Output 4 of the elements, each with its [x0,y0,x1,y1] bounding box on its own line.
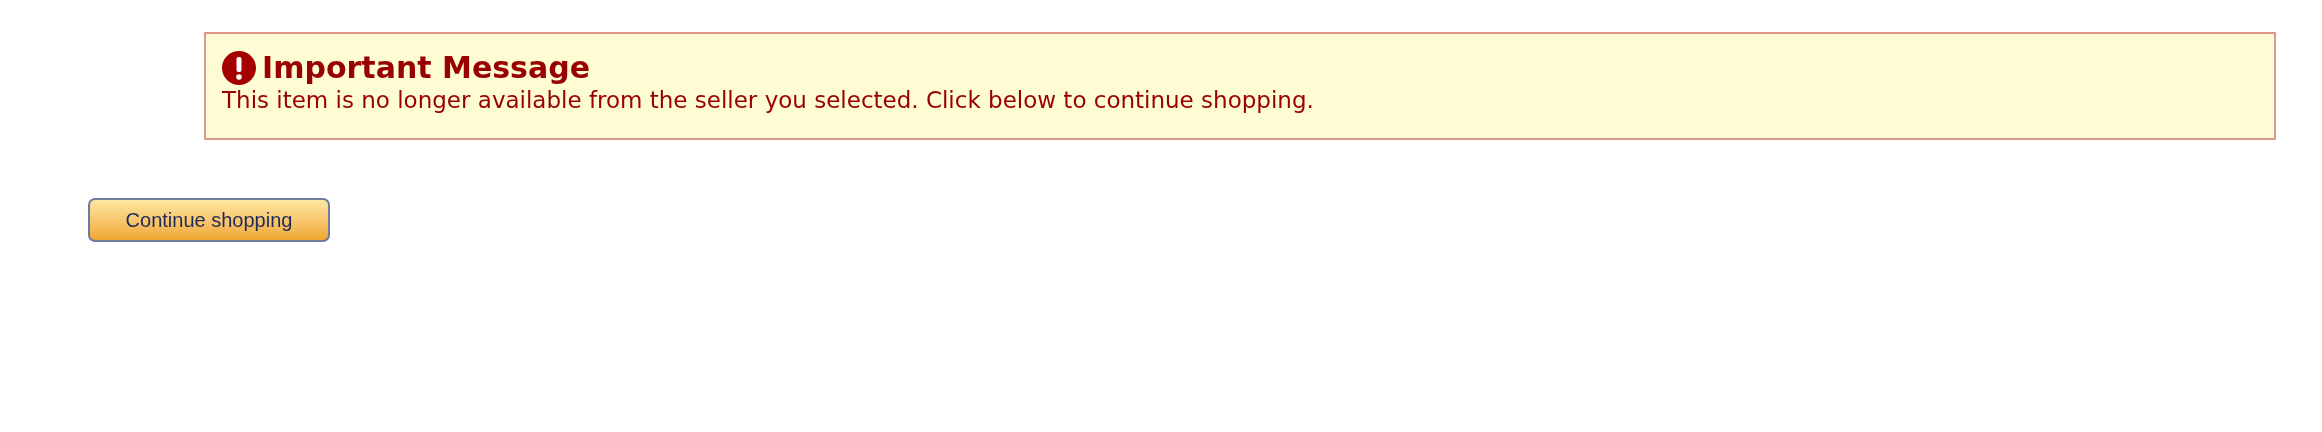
exclamation-icon [222,51,256,85]
alert-message: This item is no longer available from the seller you selected. Click below to continue shopping. [222,86,1315,114]
continue-shopping-button[interactable]: Continue shopping [88,198,330,242]
alert-title: Important Message [262,50,590,86]
